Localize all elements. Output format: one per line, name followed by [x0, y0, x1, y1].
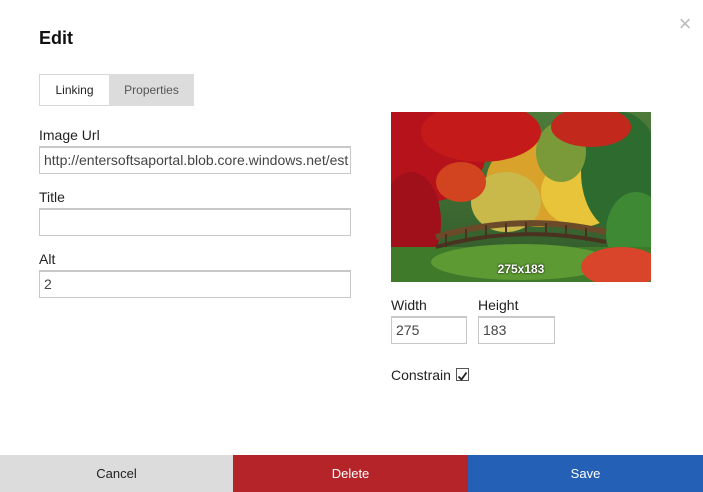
constrain-checkbox[interactable] [456, 368, 469, 381]
dialog-title: Edit [39, 28, 73, 48]
delete-button[interactable]: Delete [233, 455, 468, 492]
tab-linking[interactable]: Linking [39, 74, 109, 106]
height-input[interactable]: 183 [478, 316, 555, 344]
height-label: Height [478, 297, 519, 313]
edit-dialog: Edit × Linking Properties Image Url http… [0, 0, 703, 492]
alt-label: Alt [39, 251, 56, 267]
title-label: Title [39, 189, 65, 205]
image-url-input[interactable]: http://entersoftsaportal.blob.core.windo… [39, 146, 351, 174]
preview-image [391, 112, 651, 282]
width-label: Width [391, 297, 427, 313]
title-input[interactable] [39, 208, 351, 236]
alt-input[interactable]: 2 [39, 270, 351, 298]
cancel-button[interactable]: Cancel [0, 455, 233, 492]
image-preview: 275x183 [391, 112, 651, 282]
dialog-footer: Cancel Delete Save [0, 455, 703, 492]
constrain-label: Constrain [391, 367, 451, 383]
image-dimensions-label: 275x183 [497, 262, 545, 276]
save-button[interactable]: Save [468, 455, 703, 492]
tab-bar: Linking Properties [39, 74, 194, 106]
width-input[interactable]: 275 [391, 316, 467, 344]
checkmark-icon [457, 371, 468, 381]
close-icon[interactable]: × [676, 13, 694, 35]
image-url-label: Image Url [39, 127, 100, 143]
tab-properties[interactable]: Properties [109, 74, 194, 106]
